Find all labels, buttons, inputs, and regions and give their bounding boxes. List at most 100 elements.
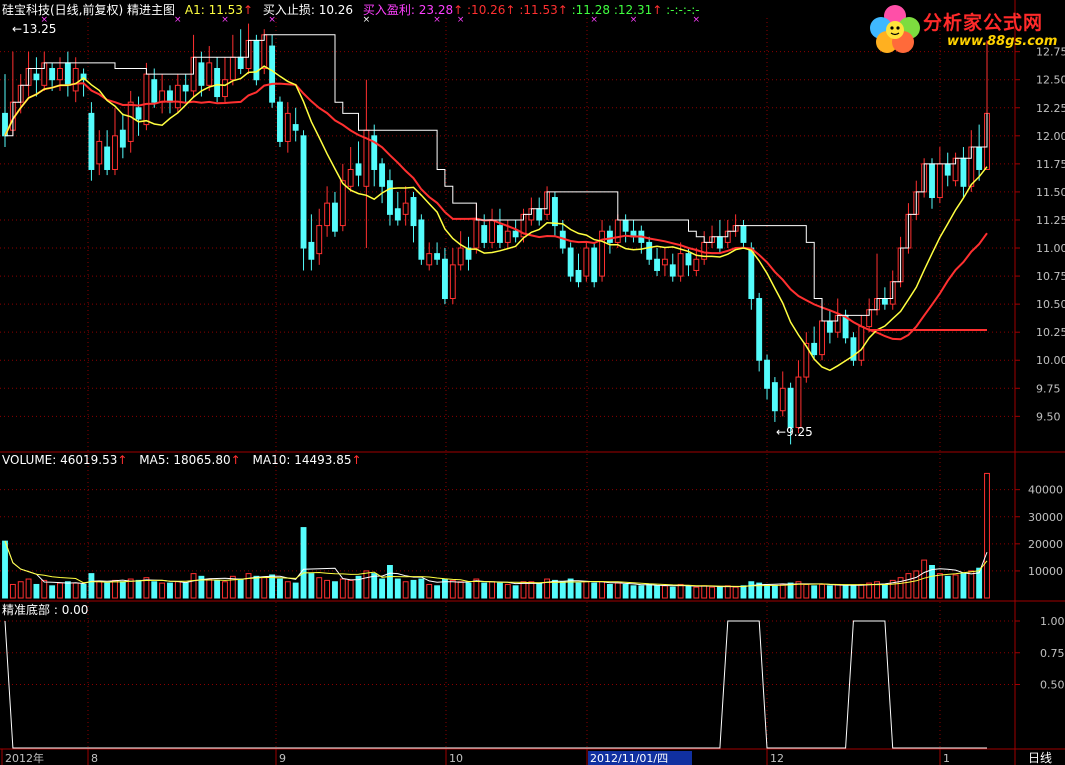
volume-bar bbox=[434, 585, 441, 599]
bottom-indicator-label: 精准底部 bbox=[2, 603, 51, 617]
logo-url: www.88gs.com bbox=[947, 34, 1058, 49]
volume-bar bbox=[410, 579, 417, 599]
candle-body bbox=[418, 219, 425, 260]
volume-bar bbox=[496, 582, 503, 599]
candle-body bbox=[819, 320, 825, 356]
volume-bar bbox=[606, 583, 613, 599]
volume-bar bbox=[771, 585, 778, 599]
high-price-label: ←13.25 bbox=[12, 22, 57, 36]
candle-body bbox=[332, 202, 338, 232]
volume-bar bbox=[308, 573, 315, 599]
volume-label: VOLUME: bbox=[2, 453, 57, 467]
price-tick-label: 11.25 bbox=[1036, 214, 1065, 227]
candle-body bbox=[622, 219, 629, 232]
volume-bar bbox=[57, 582, 63, 599]
volume-bar bbox=[214, 579, 221, 599]
price-tick-label: 10.75 bbox=[1036, 270, 1065, 283]
candle-body bbox=[599, 230, 605, 277]
volume-bar bbox=[269, 574, 276, 599]
candle-body bbox=[269, 45, 276, 103]
volume-bar bbox=[685, 585, 692, 599]
candle-body bbox=[182, 84, 189, 92]
candle-body bbox=[387, 180, 393, 215]
candle-body bbox=[457, 247, 464, 266]
bottom-tick-label: 0.75 bbox=[1040, 647, 1065, 660]
candle-body bbox=[104, 146, 111, 170]
volume-bar bbox=[316, 577, 323, 599]
volume-bar bbox=[119, 581, 126, 599]
bottom-tick-label: 0.50 bbox=[1040, 679, 1065, 692]
volume-bar bbox=[465, 582, 472, 599]
ma5-label: MA5: bbox=[139, 453, 170, 467]
candle-body bbox=[606, 230, 613, 243]
volume-value: 46019.53 bbox=[60, 453, 118, 467]
up-arrow-icon: ↑ bbox=[652, 3, 663, 17]
volume-bar bbox=[363, 570, 370, 599]
candle-body bbox=[481, 225, 488, 243]
candle-body bbox=[858, 326, 865, 361]
volume-bar bbox=[701, 585, 708, 599]
up-arrow-icon: ↑ bbox=[117, 453, 128, 467]
volume-bar bbox=[984, 472, 990, 599]
volume-bar bbox=[504, 583, 511, 599]
volume-bar bbox=[237, 578, 244, 599]
volume-bar bbox=[426, 583, 433, 599]
extra-value-3: :11.28 bbox=[571, 3, 611, 17]
volume-bar bbox=[253, 575, 260, 599]
logo-title: 分析家公式网 bbox=[923, 12, 1044, 34]
up-arrow-icon: ↑ bbox=[242, 3, 253, 17]
candle-body bbox=[151, 79, 158, 103]
chart-canvas[interactable]: 12.7512.5012.2512.0011.7511.5011.2511.00… bbox=[0, 0, 1065, 765]
date-tick-label: 8 bbox=[91, 752, 98, 765]
candle-body bbox=[551, 197, 558, 227]
candle-body bbox=[174, 84, 181, 109]
volume-bar bbox=[2, 540, 8, 599]
candle-body bbox=[575, 269, 582, 283]
up-arrow-icon: ↑ bbox=[351, 453, 362, 467]
volume-bar bbox=[583, 581, 590, 599]
indicator-name: 精进主图 bbox=[127, 3, 176, 17]
candle-body bbox=[324, 202, 331, 227]
volume-bar bbox=[347, 579, 354, 599]
volume-bar bbox=[182, 582, 189, 599]
volume-bar bbox=[222, 581, 228, 599]
price-tick-label: 9.75 bbox=[1036, 382, 1061, 395]
candle-body bbox=[339, 180, 346, 227]
red-moving-average-line bbox=[4, 82, 988, 341]
period-label[interactable]: 日线 bbox=[1028, 751, 1052, 765]
volume-bar bbox=[866, 582, 873, 599]
price-tick-label: 11.50 bbox=[1036, 186, 1065, 199]
candle-body bbox=[277, 101, 283, 142]
candle-body bbox=[764, 359, 770, 389]
volume-bar bbox=[669, 586, 676, 599]
candle-body bbox=[811, 342, 818, 356]
volume-bar bbox=[936, 573, 943, 599]
candle-body bbox=[473, 219, 480, 249]
main-header: 硅宝科技(日线,前复权) 精进主图 A1: 11.53↑ 买入止损: 10.26… bbox=[2, 3, 700, 17]
volume-bar bbox=[693, 586, 700, 599]
candle-body bbox=[434, 253, 441, 260]
volume-bar bbox=[379, 578, 386, 599]
volume-bar bbox=[638, 585, 645, 599]
candle-body bbox=[669, 264, 676, 277]
candle-body bbox=[567, 247, 574, 277]
candle-body bbox=[677, 253, 684, 277]
volume-bar bbox=[826, 585, 833, 599]
candle-body bbox=[646, 241, 653, 260]
volume-tick-label: 10000 bbox=[1028, 565, 1063, 578]
candle-body bbox=[308, 241, 315, 260]
candle-body bbox=[292, 124, 299, 131]
volume-axis: 40000 30000 20000 10000 bbox=[1015, 484, 1063, 578]
volume-bar bbox=[764, 583, 770, 599]
volume-bar bbox=[905, 573, 912, 599]
volume-bar bbox=[740, 585, 747, 599]
volume-bar bbox=[33, 583, 40, 599]
candle-body bbox=[976, 146, 983, 170]
volume-tick-label: 40000 bbox=[1028, 484, 1063, 497]
price-axis: 12.7512.5012.2512.0011.7511.5011.2511.00… bbox=[1015, 46, 1065, 423]
grid-lines bbox=[0, 0, 1065, 765]
price-tick-label: 12.00 bbox=[1036, 130, 1065, 143]
candle-body bbox=[960, 157, 967, 187]
volume-bar bbox=[952, 574, 959, 599]
volume-bar bbox=[9, 583, 16, 599]
